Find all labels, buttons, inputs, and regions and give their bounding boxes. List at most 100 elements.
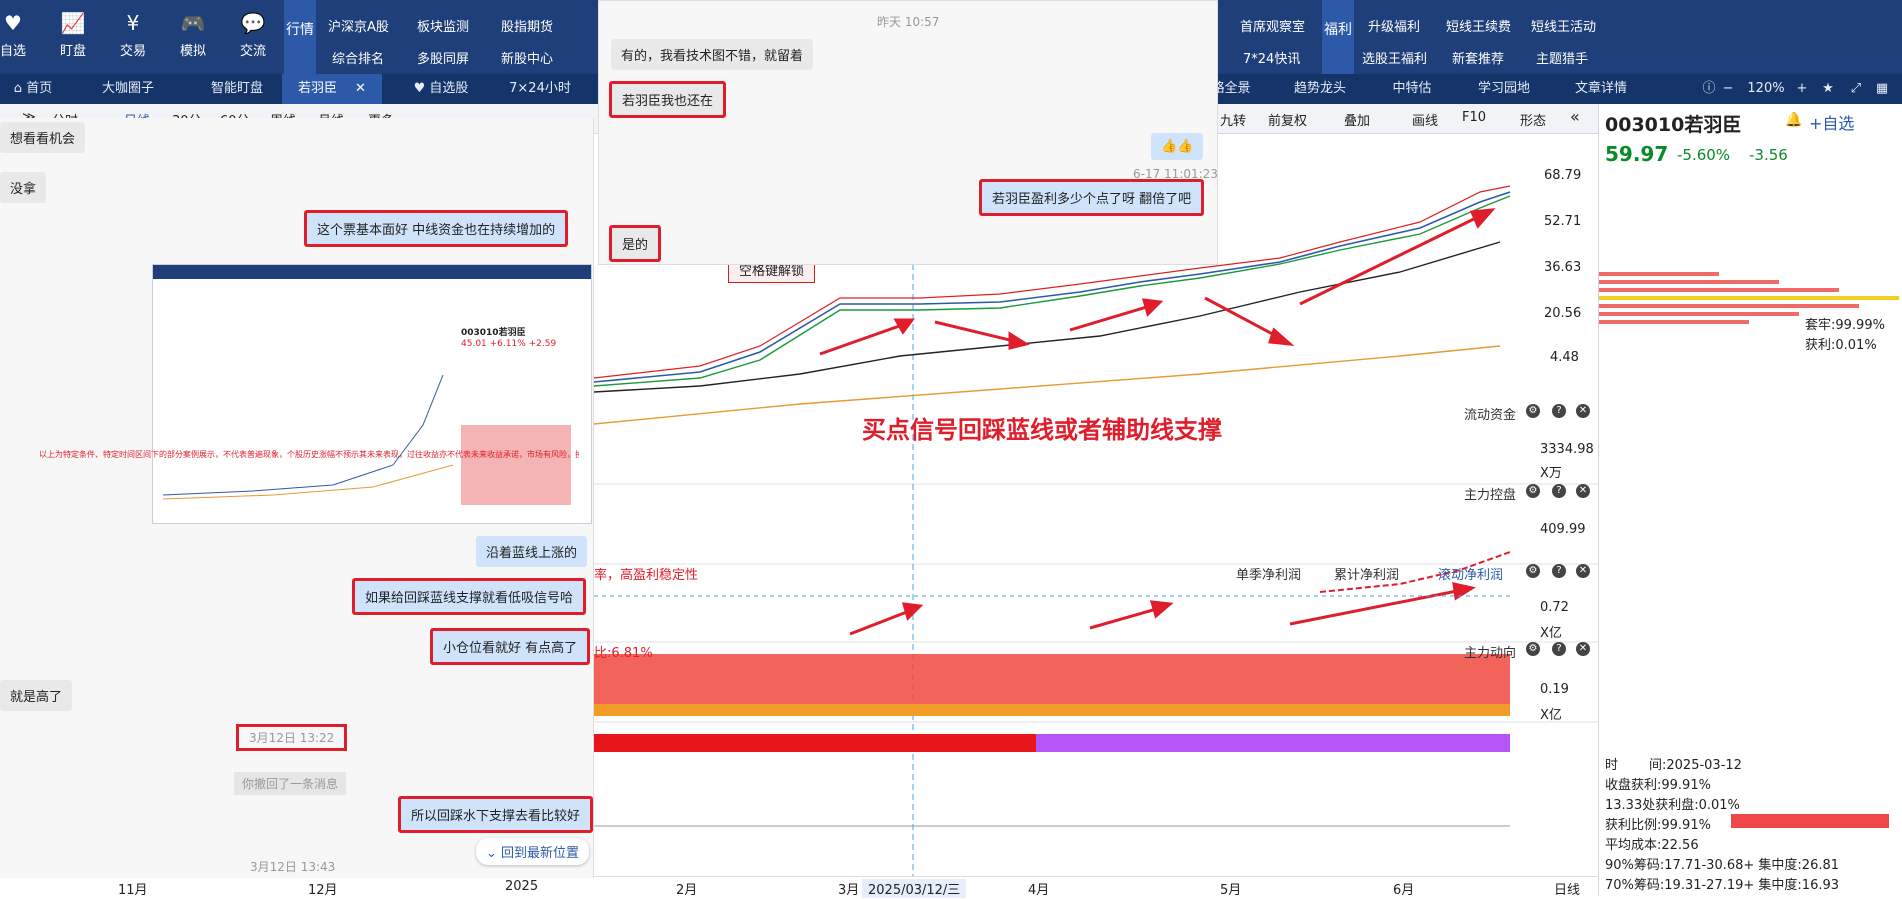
nav-simulate[interactable]: 🎮 模拟 xyxy=(168,12,218,59)
plus-icon: + xyxy=(1809,114,1823,133)
heart-icon: ♥ xyxy=(4,11,22,35)
back-to-latest-label: 回到最新位置 xyxy=(501,846,580,861)
profit-tab-cumulative[interactable]: 累计净利润 xyxy=(1334,564,1399,583)
liquid-title: 流动资金 xyxy=(1464,408,1517,423)
close-icon[interactable]: ✕ xyxy=(1576,564,1590,578)
gear-icon[interactable]: ⚙ xyxy=(1526,484,1540,498)
nav-label: 交易 xyxy=(119,44,146,59)
menu-ipo[interactable]: 新股中心 xyxy=(501,48,553,67)
tool-adjust[interactable]: 前复权 xyxy=(1268,110,1307,129)
gear-icon[interactable]: ⚙ xyxy=(1526,404,1540,418)
tab-zhongte[interactable]: 中特估 xyxy=(1372,74,1452,104)
tab-learning[interactable]: 学习园地 xyxy=(1464,74,1544,104)
bell-icon[interactable]: 🔔 xyxy=(1785,112,1802,128)
menu-sector[interactable]: 板块监测 xyxy=(417,16,469,35)
star-icon[interactable]: ★ xyxy=(1818,74,1838,104)
nav-label: 自选 xyxy=(0,44,26,59)
menu-chief-room[interactable]: 首席观察室 xyxy=(1240,16,1305,35)
tool-overlay[interactable]: 叠加 xyxy=(1344,110,1370,129)
tool-jiuzhuan[interactable]: 九转 xyxy=(1220,110,1246,129)
chat-message: 小仓位看就好 有点高了 xyxy=(430,628,591,665)
tab-trend[interactable]: 趋势龙头 xyxy=(1280,74,1360,104)
liquid-value: 3334.98 xyxy=(1540,442,1594,457)
collapse-right-icon[interactable]: « xyxy=(1570,107,1580,126)
help-icon[interactable]: ? xyxy=(1552,642,1566,656)
thumb-disclaimer: 以上为特定条件、特定时间区间下的部分案例展示，不代表普遍现象，个股历史涨幅不预示… xyxy=(39,450,579,459)
menu-theme[interactable]: 主题猎手 xyxy=(1536,48,1588,67)
chip-line: 收盘获利:99.91% xyxy=(1605,778,1711,793)
tab-circle[interactable]: 大咖圈子 xyxy=(88,74,168,104)
menu-ranking[interactable]: 综合排名 xyxy=(332,48,384,67)
menu-stock-picker[interactable]: 选股王福利 xyxy=(1362,48,1427,67)
hq-tab[interactable]: 行情 xyxy=(284,0,316,74)
nav-community[interactable]: 💬 交流 xyxy=(228,12,278,59)
tab-watchlist[interactable]: ♥ 自选股 xyxy=(396,74,486,104)
chat-message: 若羽臣盈利多少个点了呀 翻倍了吧 xyxy=(979,179,1205,216)
chat-timestamp: 3月12日 13:43 xyxy=(250,860,336,874)
nav-trade[interactable]: ¥ 交易 xyxy=(108,12,158,59)
chip-time-label: 时 xyxy=(1605,758,1619,773)
tab-smart[interactable]: 智能盯盘 xyxy=(192,74,282,104)
menu-renew[interactable]: 短线王续费 xyxy=(1446,16,1511,35)
menu-a-shares[interactable]: 沪深京A股 xyxy=(328,16,389,35)
close-icon[interactable]: ✕ xyxy=(1576,484,1590,498)
chat-message: 若羽臣我也还在 xyxy=(609,81,727,118)
profit-tab-rolling[interactable]: 滚动净利润 xyxy=(1438,564,1503,583)
expand-icon[interactable]: ⤢ xyxy=(1846,74,1866,104)
heart-icon: ♥ xyxy=(413,81,430,96)
chat-message: 这个票基本面好 中线资金也在持续增加的 xyxy=(304,210,569,247)
main-control-title: 主力控盘 xyxy=(1464,488,1517,503)
add-watch-button[interactable]: +自选 xyxy=(1809,110,1854,134)
chart-thumbnail[interactable]: 003010若羽臣 45.01 +6.11% +2.59 以上为特定条件、特定时… xyxy=(39,264,592,524)
chip-line: 70%筹码:19.31-27.19+ 集中度:16.93 xyxy=(1605,878,1840,893)
help-icon[interactable]: ? xyxy=(1552,404,1566,418)
chat-timestamp: 3月12日 13:22 xyxy=(236,724,348,751)
profit-tab-quarter[interactable]: 单季净利润 xyxy=(1236,564,1301,583)
menu-news-24[interactable]: 7*24快讯 xyxy=(1243,48,1300,67)
nav-favorites[interactable]: ♥ 自选 xyxy=(0,12,38,59)
tab-stock[interactable]: 若羽臣 ✕ xyxy=(282,74,382,104)
nav-monitor[interactable]: 📈 盯盘 xyxy=(48,12,98,59)
tab-home[interactable]: ⌂ 首页 xyxy=(0,74,66,104)
tool-f10[interactable]: F10 xyxy=(1462,110,1486,125)
close-icon[interactable]: ✕ xyxy=(1576,404,1590,418)
menu-futures[interactable]: 股指期货 xyxy=(501,16,553,35)
gear-icon[interactable]: ⚙ xyxy=(1526,564,1540,578)
x-cursor-date: 2025/03/12/三 xyxy=(862,879,967,898)
tool-draw[interactable]: 画线 xyxy=(1412,110,1438,129)
menu-multi-stock[interactable]: 多股同屏 xyxy=(417,48,469,67)
recall-notice: 你撤回了一条消息 xyxy=(234,772,347,795)
chat-message: 有的，我看技术图不错，就留着 xyxy=(611,39,814,70)
annotation-text: 买点信号回踩蓝线或者辅助线支撑 xyxy=(862,416,1222,444)
main-control-value: 409.99 xyxy=(1540,522,1586,537)
x-tick: 6月 xyxy=(1393,883,1415,898)
yen-icon: ¥ xyxy=(126,11,140,35)
nav-label: 盯盘 xyxy=(59,44,86,59)
main-move-value: 0.19 xyxy=(1540,682,1569,697)
welfare-tab[interactable]: 福利 xyxy=(1322,0,1354,74)
back-to-latest-button[interactable]: ⌄ 回到最新位置 xyxy=(476,838,590,865)
tool-pattern[interactable]: 形态 xyxy=(1520,110,1546,129)
period-label: 日线 xyxy=(1554,883,1581,898)
zoom-in-icon[interactable]: + xyxy=(1792,74,1812,104)
help-icon[interactable]: ? xyxy=(1552,564,1566,578)
close-icon[interactable]: ✕ xyxy=(1576,642,1590,656)
layout-icon[interactable]: ▦ xyxy=(1872,74,1892,104)
x-tick: 12月 xyxy=(308,883,338,898)
help-icon[interactable]: ? xyxy=(1552,484,1566,498)
price-tick: 36.63 xyxy=(1544,260,1582,275)
main-move-title: 主力动向 xyxy=(1464,646,1517,661)
menu-upgrade[interactable]: 升级福利 xyxy=(1368,16,1420,35)
gear-icon[interactable]: ⚙ xyxy=(1526,642,1540,656)
menu-activity[interactable]: 短线王活动 xyxy=(1531,16,1596,35)
close-icon[interactable]: ✕ xyxy=(355,81,366,96)
x-tick: 2025 xyxy=(505,879,539,894)
menu-recommend[interactable]: 新套推荐 xyxy=(1452,48,1504,67)
zoom-out-icon[interactable]: − xyxy=(1718,74,1738,104)
x-tick: 5月 xyxy=(1220,883,1242,898)
gamepad-icon: 🎮 xyxy=(180,11,206,35)
tab-article[interactable]: 文章详情 xyxy=(1556,74,1646,104)
tab-news[interactable]: 7×24小时 xyxy=(490,74,590,104)
chip-line: 获利比例:99.91% xyxy=(1605,818,1711,833)
main-move-ratio: 比:6.81% xyxy=(594,646,653,661)
